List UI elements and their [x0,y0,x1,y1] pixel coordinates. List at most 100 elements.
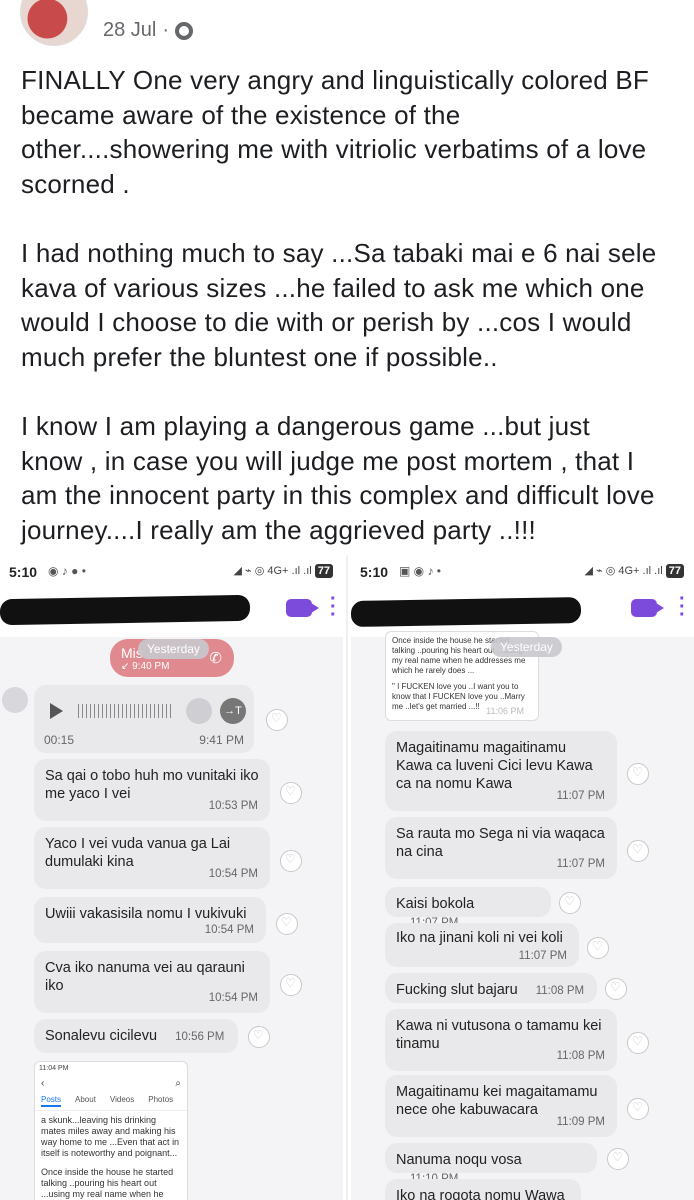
message-bubble[interactable]: Yaco I vei vuda vanua ga Lai dumulaki ki… [34,827,270,889]
screenshot-body: a skunk...leaving his drinking mates mil… [35,1111,187,1200]
system-icons: ◢ ⌁ ◎ 4G+ .ıl .ıl 77 [585,564,684,578]
image-divider [346,555,348,1200]
message-bubble[interactable]: Fucking slut bajaru 11:08 PM [385,973,597,1003]
react-icon[interactable] [605,978,627,1000]
react-icon[interactable] [627,1032,649,1054]
tab-posts: Posts [41,1094,62,1107]
message-text: Kaisi bokola [396,896,475,912]
message-bubble[interactable]: Uwiii vakasisila nomu I vukivuki 10:54 P… [34,897,266,943]
message-bubble[interactable]: Magaitinamu magaitinamu Kawa ca luveni C… [385,731,617,811]
message-bubble[interactable]: Sa qai o tobo huh mo vunitaki iko me yac… [34,759,270,821]
message-time: 11:07 PM [518,950,567,962]
react-icon[interactable] [280,782,302,804]
screenshot-text: a skunk...leaving his drinking mates mil… [41,1115,180,1158]
post-date[interactable]: 28 Jul [103,19,156,42]
message-text: Magaitinamu magaitinamu Kawa ca luveni C… [396,740,593,792]
voice-message[interactable]: →T 00:15 9:41 PM [34,685,254,753]
message-bubble[interactable]: Nanuma noqu vosa 11:10 PM [385,1143,597,1185]
contact-avatar[interactable] [2,687,28,713]
voice-duration: 00:15 [44,733,75,747]
avatar-icon [186,698,212,724]
transcribe-icon[interactable]: →T [220,698,246,724]
status-time: 5:10 [9,564,38,580]
waveform [78,704,174,718]
right-chat-screenshot[interactable]: 5:10 ▣ ◉ ♪ • ◢ ⌁ ◎ 4G+ .ıl .ıl 77 · · · On… [351,555,694,1200]
screenshot-text: Once inside the house he started talking… [41,1167,174,1199]
meta-separator: · [162,19,170,41]
screenshot-nav: ‹ ⌕ [41,1078,181,1089]
tab-about: About [75,1095,96,1104]
avatar[interactable] [20,0,88,46]
tab-photos: Photos [148,1095,174,1104]
redacted-contact-name [0,594,250,626]
globe-icon [175,21,194,40]
message-time: 10:56 PM [175,1031,225,1043]
react-icon[interactable] [559,892,581,914]
screenshot-status: 11:04 PM [39,1065,69,1072]
react-icon[interactable] [607,1148,629,1170]
message-time: 10:54 PM [208,992,258,1004]
redacted-contact-name [351,596,581,628]
message-time: 10:54 PM [208,868,258,880]
react-icon[interactable] [280,974,302,996]
message-time: 10:54 PM [204,924,254,936]
video-call-icon[interactable] [286,599,319,617]
message-time: 11:07 PM [556,858,605,870]
react-icon[interactable] [280,850,302,872]
message-bubble[interactable]: Sonalevu cicilevu 10:56 PM [34,1019,238,1053]
voice-time: 9:41 PM [199,733,244,747]
react-icon[interactable] [587,937,609,959]
video-call-icon[interactable] [631,599,664,617]
react-icon[interactable] [276,913,298,935]
message-time: 10:53 PM [208,800,258,812]
message-bubble[interactable]: Cva iko nanuma vei au qarauni iko 10:54 … [34,951,270,1013]
date-divider: Yesterday [138,639,209,659]
post-paragraph: I had nothing much to say ...Sa tabaki m… [21,238,657,372]
more-options-icon[interactable]: · · · [679,589,686,625]
react-icon[interactable] [627,763,649,785]
network-label: 4G+ [267,565,289,577]
react-icon[interactable] [248,1026,270,1048]
message-bubble[interactable]: Iko na jinani koli ni vei koli 11:07 PM [385,923,579,967]
system-icons: ◢ ⌁ ◎ 4G+ .ıl .ıl 77 [234,564,333,578]
tab-videos: Videos [109,1095,135,1104]
chat-area: Once inside the house he started talking… [351,631,694,1200]
status-time: 5:10 [360,564,389,580]
react-icon[interactable] [266,709,288,731]
status-bar: 5:10 ◉ ♪ ● • ◢ ⌁ ◎ 4G+ .ıl .ıl 77 [0,555,343,589]
play-icon[interactable] [50,703,63,719]
message-text: Iko na rogota nomu Wawa [396,1188,565,1200]
more-options-icon[interactable]: · · · [330,589,337,625]
screenshot-tabs: Posts About Videos Photos [35,1091,187,1111]
message-bubble[interactable]: Sa rauta mo Sega ni via waqaca na cina 1… [385,817,617,879]
message-bubble[interactable]: Magaitinamu kei magaitamamu nece ohe kab… [385,1075,617,1137]
message-bubble[interactable]: Kawa ni vutusona o tamamu kei tinamu 11:… [385,1009,617,1071]
message-time: 11:08 PM [535,985,585,997]
shared-screenshot[interactable]: 11:04 PM ‹ ⌕ Posts About Videos Photos a… [34,1061,188,1200]
post-paragraph: I know I am playing a dangerous game ...… [21,411,655,545]
message-text: Nanuma noqu vosa [396,1152,522,1168]
screenshot-time: 11:06 PM [486,706,524,716]
message-time: 11:07 PM [556,790,605,802]
battery-icon: 77 [314,564,333,578]
phone-icon: ✆ [209,650,222,667]
search-icon: ⌕ [175,1078,181,1089]
chat-area: Mis ↙ 9:40 PM ✆ Yesterday →T 00:15 9:41 … [0,637,343,1200]
post-paragraph: FINALLY One very angry and linguisticall… [21,65,649,199]
post-body: FINALLY One very angry and linguisticall… [21,63,681,582]
notification-icons: ◉ ♪ ● • [48,564,86,578]
post-meta: 28 Jul · [103,19,194,42]
message-bubble[interactable]: Iko na rogota nomu Wawa [385,1179,581,1200]
network-label: 4G+ [618,565,640,577]
status-bar: 5:10 ▣ ◉ ♪ • ◢ ⌁ ◎ 4G+ .ıl .ıl 77 [351,555,694,589]
message-time: 11:08 PM [556,1050,605,1062]
react-icon[interactable] [627,1098,649,1120]
react-icon[interactable] [627,840,649,862]
left-chat-screenshot[interactable]: 5:10 ◉ ♪ ● • ◢ ⌁ ◎ 4G+ .ıl .ıl 77 · · · Mi… [0,555,343,1200]
post-header: 28 Jul · [0,0,694,55]
message-text: Fucking slut bajaru [396,982,518,998]
message-bubble[interactable]: Kaisi bokola 11:07 PM [385,887,551,929]
chat-app-bar: · · · [351,589,694,635]
message-text: Sonalevu cicilevu [45,1028,158,1044]
missed-call-time: ↙ 9:40 PM [121,661,170,672]
